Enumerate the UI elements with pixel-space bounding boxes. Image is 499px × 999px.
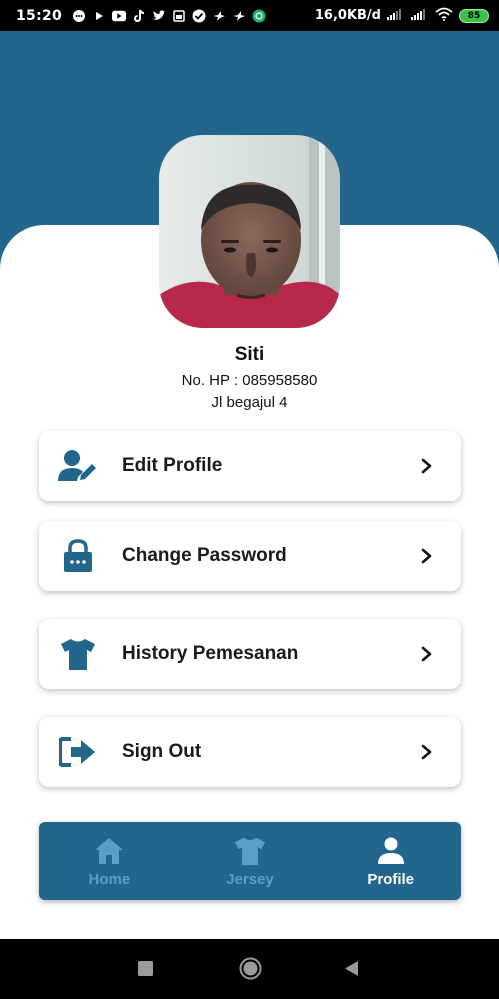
avatar[interactable]	[159, 135, 340, 328]
system-navigation-bar	[0, 939, 499, 999]
change-password-label: Change Password	[122, 545, 287, 566]
profile-phone: No. HP : 085958580	[181, 372, 318, 389]
bottom-navigation: Home Jersey Profile	[39, 822, 461, 900]
profile-address: Jl begajul 4	[211, 394, 288, 411]
home-system-button[interactable]	[239, 957, 262, 980]
home-icon	[93, 835, 125, 867]
chevron-right-icon	[421, 457, 435, 475]
nav-home[interactable]: Home	[39, 822, 180, 900]
edit-profile-label: Edit Profile	[122, 455, 223, 476]
status-time: 15:20	[16, 7, 63, 24]
network-speed: 16,0KB/d	[314, 8, 381, 23]
chevron-right-icon	[421, 547, 435, 565]
chevron-right-icon	[421, 645, 435, 663]
nav-home-label: Home	[88, 870, 131, 888]
change-password-button[interactable]: Change Password	[39, 521, 461, 591]
nav-jersey[interactable]: Jersey	[180, 822, 321, 900]
status-bar: 15:20 16,0KB/d 85	[0, 0, 499, 31]
youtube-icon	[112, 9, 127, 23]
sign-out-icon	[57, 731, 99, 773]
nav-profile[interactable]: Profile	[320, 822, 461, 900]
profile-name: Siti	[234, 344, 265, 365]
twitter-icon	[152, 9, 166, 23]
history-pemesanan-button[interactable]: History Pemesanan	[39, 619, 461, 689]
gallery-icon	[172, 9, 186, 23]
history-pemesanan-label: History Pemesanan	[122, 643, 299, 664]
edit-user-icon	[57, 445, 99, 487]
lock-icon	[57, 535, 99, 577]
notification-icons	[72, 9, 266, 23]
nav-jersey-label: Jersey	[226, 870, 274, 888]
signal-icon	[387, 8, 405, 24]
nav-profile-label: Profile	[367, 870, 415, 888]
back-button[interactable]	[344, 960, 359, 977]
tiktok-icon	[132, 9, 146, 23]
chat-icon	[72, 9, 86, 23]
user-icon	[375, 835, 407, 867]
check-icon	[192, 9, 206, 23]
sign-out-label: Sign Out	[122, 741, 202, 762]
vpn-icon	[252, 9, 266, 23]
battery-icon: 85	[459, 8, 489, 23]
play-icon	[92, 9, 106, 23]
bird-icon	[212, 9, 226, 23]
recents-button[interactable]	[138, 961, 153, 976]
shirt-icon	[234, 835, 266, 867]
chevron-right-icon	[421, 743, 435, 761]
shirt-icon	[57, 633, 99, 675]
status-right: 16,0KB/d 85	[315, 7, 489, 25]
edit-profile-button[interactable]: Edit Profile	[39, 431, 461, 501]
bird-icon	[232, 9, 246, 23]
signal-icon	[411, 8, 429, 24]
sign-out-button[interactable]: Sign Out	[39, 717, 461, 787]
wifi-icon	[435, 7, 453, 25]
